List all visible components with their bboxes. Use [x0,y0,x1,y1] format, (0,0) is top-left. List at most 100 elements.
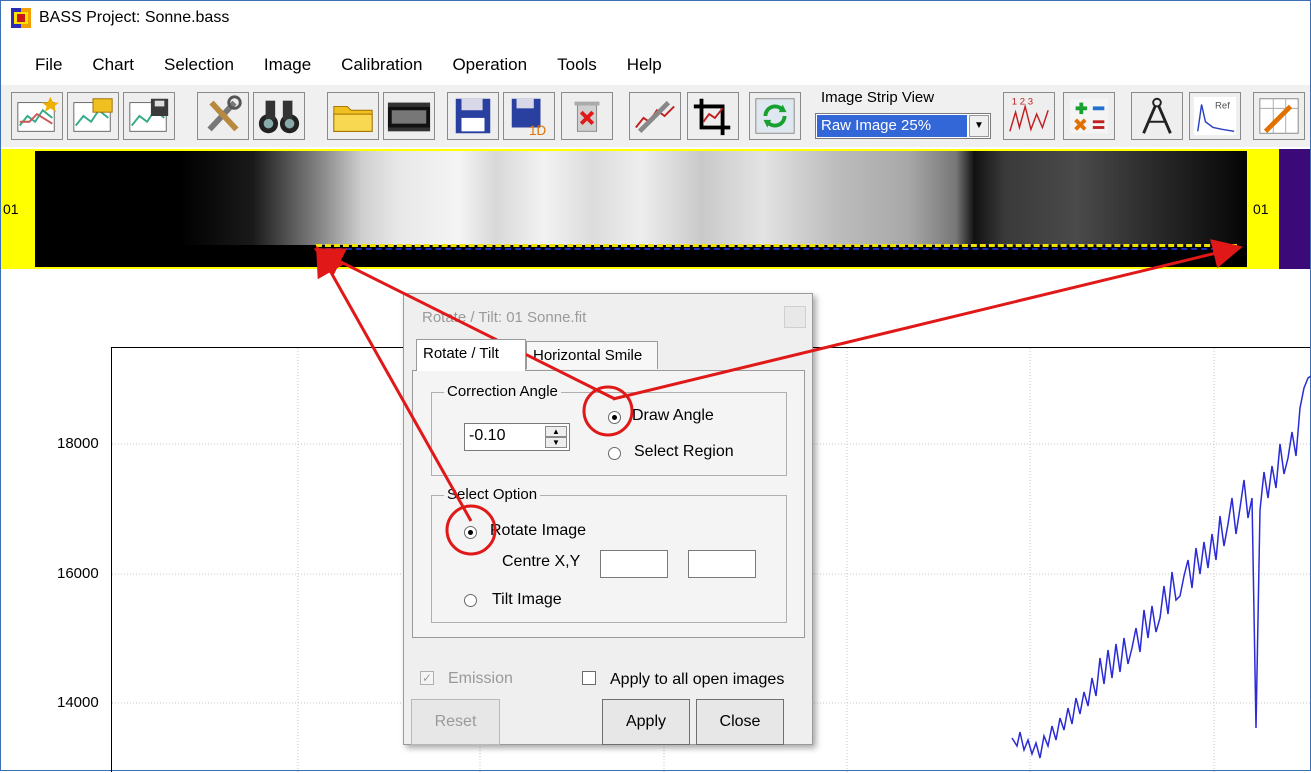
image-strip-view-value: Raw Image 25% [817,115,967,137]
math-operations-button[interactable] [1063,92,1115,140]
dialog-title: Rotate / Tilt: 01 Sonne.fit [422,309,587,326]
tab-rotate-tilt[interactable]: Rotate / Tilt [416,339,526,371]
refresh-button[interactable] [749,92,801,140]
centre-x-input[interactable] [600,550,668,578]
save-chart-button[interactable] [123,92,175,140]
title-bar: BASS Project: Sonne.bass [1,1,1310,35]
select-region-radio[interactable] [608,447,621,460]
select-region-label: Select Region [634,443,734,460]
rotate-tilt-dialog: Rotate / Tilt: 01 Sonne.fit Rotate / Til… [403,293,813,745]
strip-left-label: 01 [3,201,19,217]
close-button[interactable]: Close [696,699,784,745]
centre-y-input[interactable] [688,550,756,578]
strip-right-label: 01 [1253,201,1269,217]
spin-up-icon[interactable]: ▲ [545,426,567,437]
emission-label: Emission [448,670,513,687]
dialog-close-icon[interactable] [784,306,806,328]
select-option-group: Select Option Rotate Image Centre X,Y Ti… [431,486,787,623]
menu-chart[interactable]: Chart [77,55,149,75]
reference-icon: Ref [1193,96,1237,136]
line-identification-button[interactable]: 1 2 3 [1003,92,1055,140]
compass-icon [1142,97,1172,134]
tab-horizontal-smile[interactable]: Horizontal Smile [526,341,658,369]
apply-all-checkbox[interactable] [582,671,596,685]
chart-save-icon [129,98,169,132]
edit-table-button[interactable] [1253,92,1305,140]
svg-text:1 2 3: 1 2 3 [1012,97,1033,108]
settings-button[interactable] [197,92,249,140]
centre-xy-label: Centre X,Y [502,553,581,570]
spin-down-icon[interactable]: ▼ [545,437,567,448]
bass-app-icon [11,8,31,28]
delete-button[interactable] [561,92,613,140]
main-window: BASS Project: Sonne.bass File Chart Sele… [0,0,1311,773]
save-image-button[interactable] [447,92,499,140]
tilt-image-radio[interactable] [464,594,477,607]
dropdown-arrow-icon[interactable]: ▼ [969,115,989,137]
find-button[interactable] [253,92,305,140]
crop-rotate-icon [693,98,731,136]
rotate-tilt-panel: Correction Angle -0.10 ▲ ▼ Draw Angle Se… [412,370,805,638]
selection-line[interactable] [316,244,1237,247]
refresh-icon [755,98,795,134]
profile-line [1011,375,1311,759]
folder-icon [333,105,373,132]
correction-angle-group: Correction Angle -0.10 ▲ ▼ Draw Angle Se… [431,383,787,476]
apply-button[interactable]: Apply [602,699,690,745]
menu-file[interactable]: File [1,55,77,75]
table-edit-icon [1259,98,1299,134]
spectrum-profile-button[interactable] [629,92,681,140]
rotate-image-radio[interactable] [464,526,477,539]
menu-bar: File Chart Selection Image Calibration O… [1,49,677,81]
image-strip-view-label: Image Strip View [821,89,935,106]
menu-calibration[interactable]: Calibration [326,55,437,75]
menu-tools[interactable]: Tools [542,55,612,75]
film-strip-icon [387,102,431,132]
save-1d-button[interactable]: 1D [503,92,555,140]
menu-help[interactable]: Help [612,55,677,75]
y-tick-14000: 14000 [57,694,99,711]
measure-button[interactable] [1131,92,1183,140]
menu-operation[interactable]: Operation [437,55,542,75]
open-chart-button[interactable] [67,92,119,140]
y-tick-18000: 18000 [57,435,99,452]
selection-line-shadow [316,248,1237,250]
angle-value: -0.10 [469,427,506,444]
svg-text:Ref: Ref [1215,100,1230,111]
profile-tool-icon [635,100,675,134]
chart-folder-icon [73,98,113,132]
angle-spinner[interactable]: -0.10 ▲ ▼ [464,423,570,451]
image-strip[interactable]: 01 01 [1,149,1310,269]
floppy-1d-icon: 1D [511,98,546,138]
image-strip-button[interactable] [383,92,435,140]
rotate-image-label: Rotate Image [490,522,587,539]
numbered-lines-icon: 1 2 3 [1009,97,1049,132]
reset-button[interactable]: Reset [411,699,500,745]
calculator-icon [1069,98,1109,134]
new-chart-button[interactable] [11,92,63,140]
draw-angle-radio[interactable] [608,411,621,424]
spectrum-band [35,151,1247,245]
open-image-button[interactable] [327,92,379,140]
draw-angle-label: Draw Angle [632,407,714,424]
rotate-tilt-button[interactable] [687,92,739,140]
raw-image-spectrum[interactable] [35,151,1247,267]
tilt-image-label: Tilt Image [492,591,562,608]
strip-color-bar [1279,149,1310,269]
toolbar: 1D Image Strip View Raw Image 25% ▼ 1 2 … [1,85,1310,147]
floppy-disk-icon [455,98,491,134]
menu-selection[interactable]: Selection [149,55,249,75]
svg-text:1D: 1D [529,123,546,138]
menu-image[interactable]: Image [249,55,326,75]
window-title: BASS Project: Sonne.bass [39,9,230,26]
image-strip-view-select[interactable]: Raw Image 25% ▼ [815,113,991,139]
correction-angle-legend: Correction Angle [444,383,561,400]
tools-icon [207,95,242,132]
y-tick-16000: 16000 [57,565,99,582]
reference-spectrum-button[interactable]: Ref [1189,92,1241,140]
select-option-legend: Select Option [444,486,541,503]
trash-icon [574,101,600,132]
emission-checkbox[interactable]: ✓ [420,671,434,685]
chart-star-icon [17,96,60,132]
apply-all-label: Apply to all open images [610,671,785,688]
